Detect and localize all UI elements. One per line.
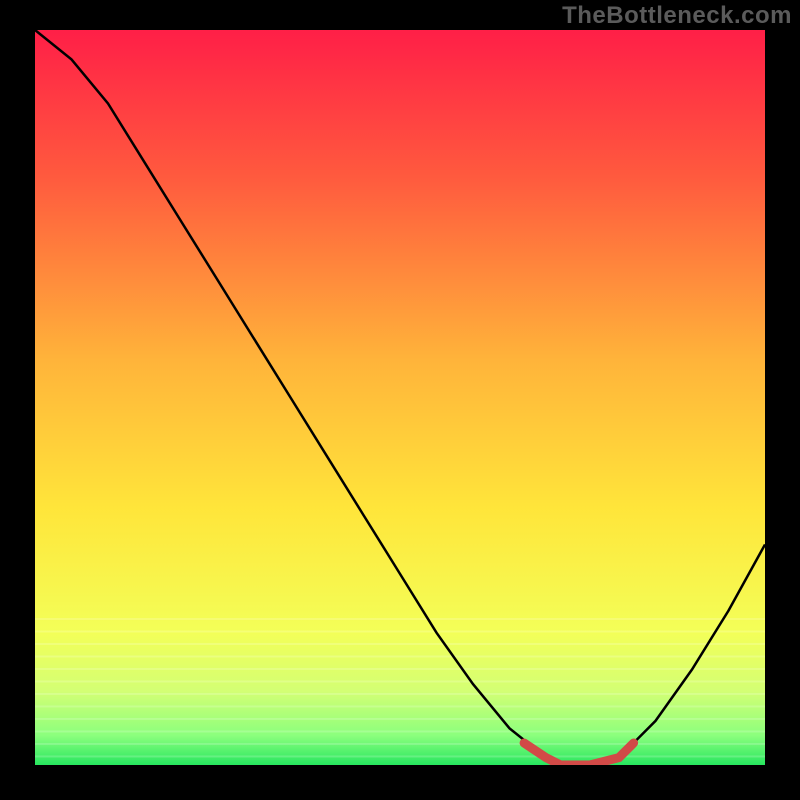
plot-area [35,30,765,765]
chart-svg [35,30,765,765]
chart-frame: TheBottleneck.com [0,0,800,800]
watermark-text: TheBottleneck.com [562,2,792,30]
gradient-background [35,30,765,765]
